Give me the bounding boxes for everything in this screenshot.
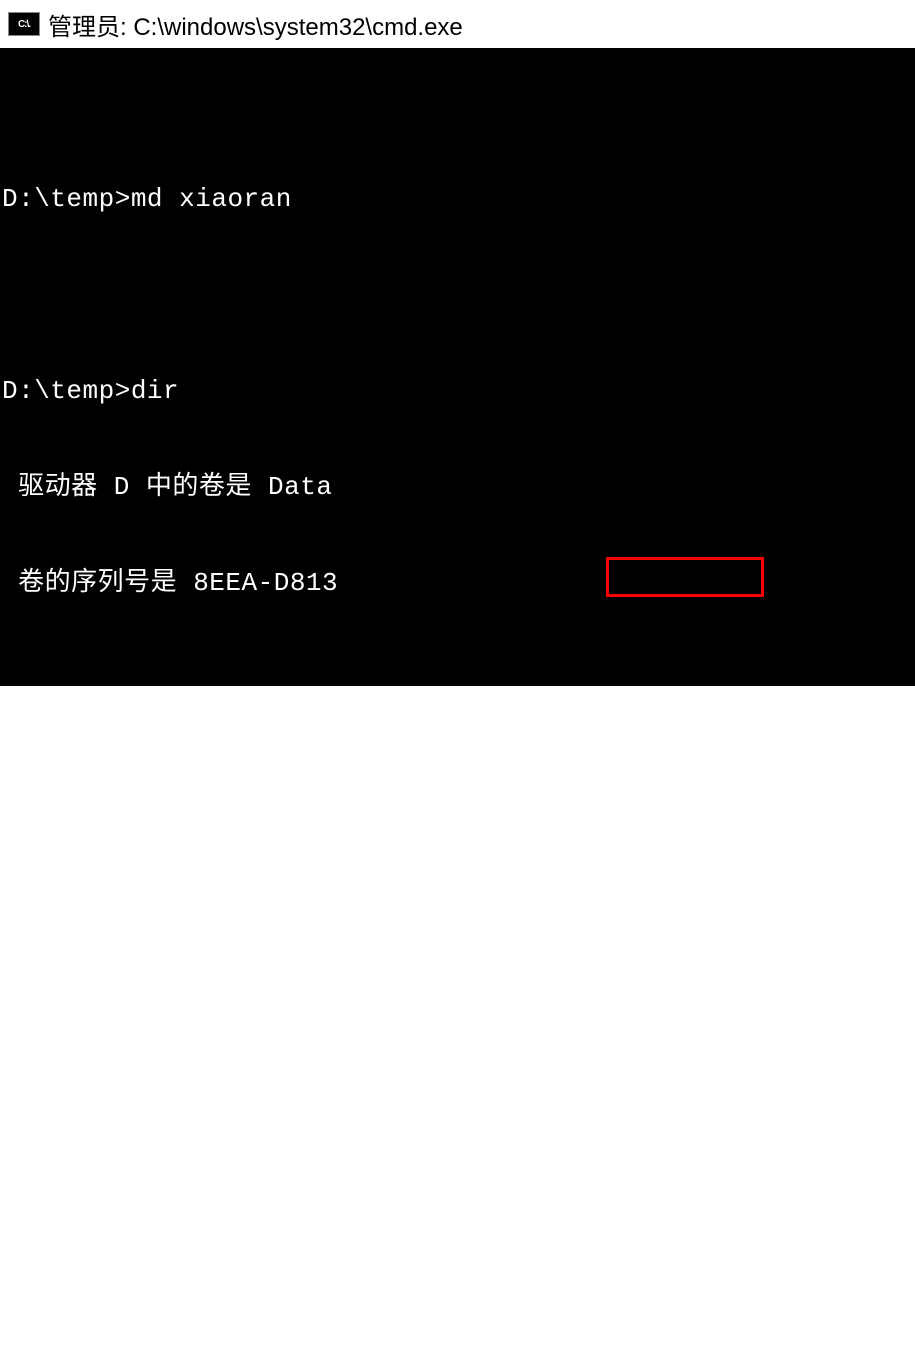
title-bar: C:\. 管理员: C:\windows\system32\cmd.exe <box>0 0 915 50</box>
dir-entry: 2022/09/08 21:09 1,306 login_shop.csv <box>2 1015 913 1047</box>
prompt-line-2: D:\temp>dir <box>2 376 913 408</box>
blank-3 <box>2 855 913 887</box>
terminal-content: D:\temp>md xiaoran D:\temp>dir 驱动器 D 中的卷… <box>2 120 913 1372</box>
dir-entry: 2022/11/10 20:05 <DIR> .. <box>2 983 913 1015</box>
prompt-command-1: md xiaoran <box>131 184 292 214</box>
dir-entry: 2022/10/27 14:03 <DIR> qcb94 <box>2 1047 913 1079</box>
summary-dirs: 6 个目录 109,201,649,664 可用字节 <box>2 1335 913 1367</box>
terminal-output[interactable]: D:\temp>md xiaoran D:\temp>dir 驱动器 D 中的卷… <box>0 50 915 686</box>
volume-line-2: 卷的序列号是 8EEA-D813 <box>2 568 913 600</box>
entries-list: 2022/11/10 20:05 <DIR> .2022/11/10 20:05… <box>2 951 913 1175</box>
blank-1 <box>2 280 913 312</box>
dir-entry: 2022/10/27 20:06 <DIR> qcb94_01 <box>2 1111 913 1143</box>
window-title: 管理员: C:\windows\system32\cmd.exe <box>48 7 463 42</box>
prompt-command-2: dir <box>131 376 179 406</box>
prompt-path-2: D:\temp> <box>2 376 131 406</box>
volume-line-1: 驱动器 D 中的卷是 Data <box>2 472 913 504</box>
dir-entry: 2022/11/10 20:05 <DIR> . <box>2 951 913 983</box>
prompt-line-1: D:\temp>md xiaoran <box>2 184 913 216</box>
summary-files: 1 个文件 1,306 字节 <box>2 1239 913 1271</box>
directory-header: D:\temp 的目录 <box>2 759 913 791</box>
blank-2 <box>2 663 913 695</box>
dir-entry: 2022/11/10 20:05 <DIR> xiaoran <box>2 1143 913 1175</box>
cmd-icon: C:\. <box>8 12 40 36</box>
prompt-path-1: D:\temp> <box>2 184 131 214</box>
dir-entry: 2022/10/27 14:47 <DIR> qcb94-python <box>2 1079 913 1111</box>
